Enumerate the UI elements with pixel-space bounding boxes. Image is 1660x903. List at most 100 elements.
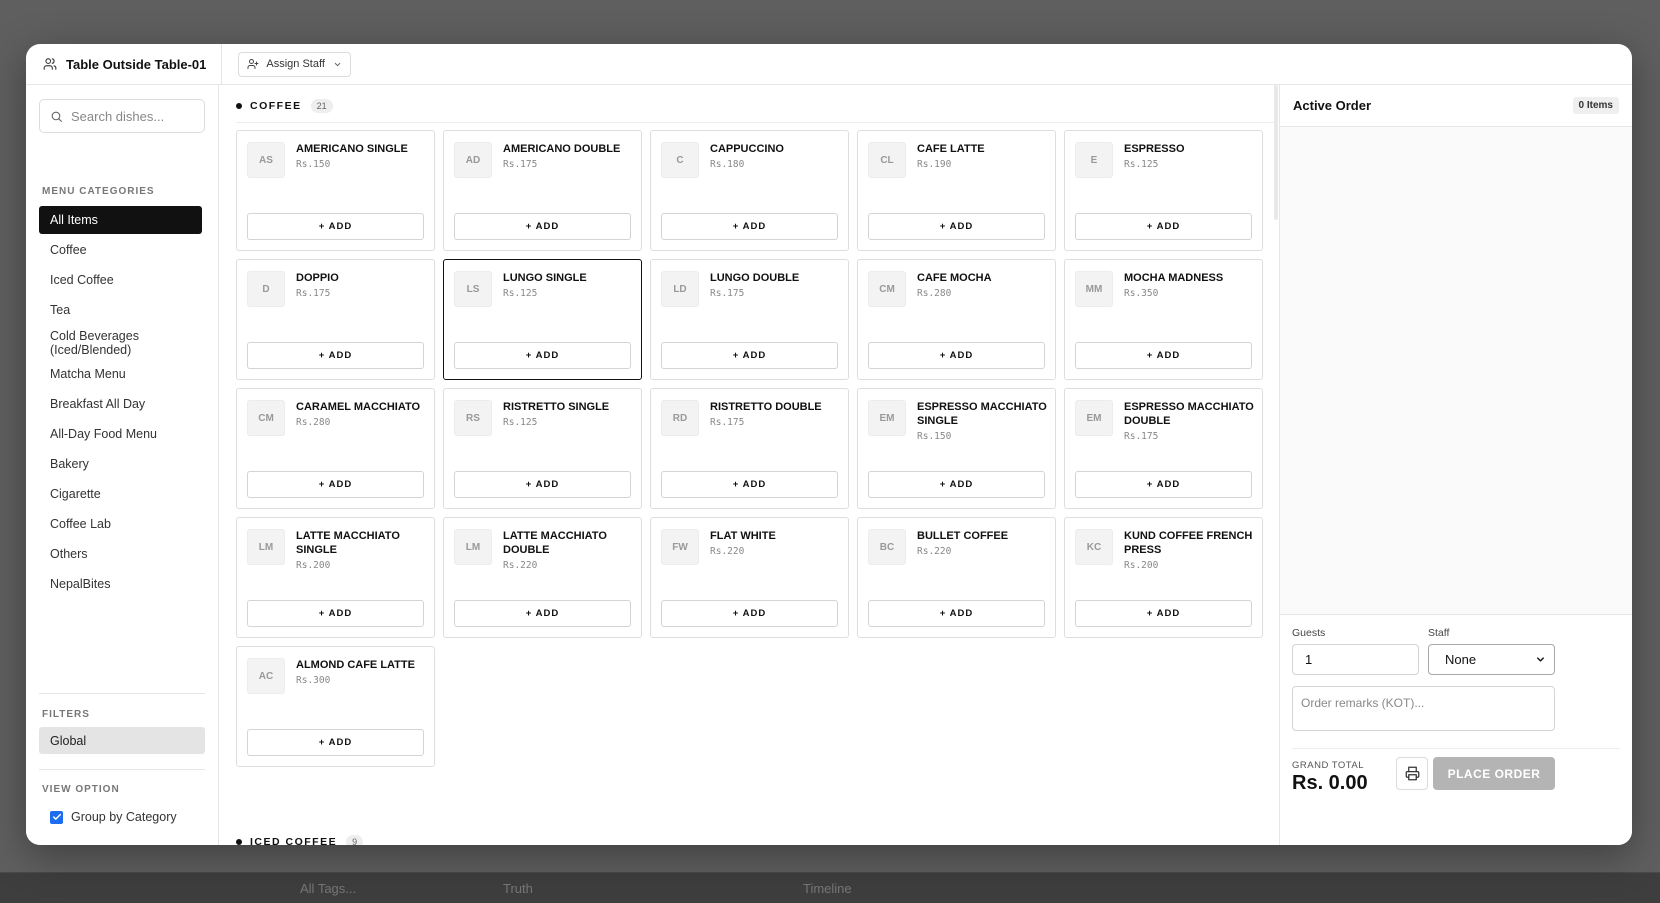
- scrollbar[interactable]: [1274, 85, 1278, 220]
- category-item-nepalbites[interactable]: NepalBites: [39, 570, 202, 598]
- dish-card[interactable]: AS AMERICANO SINGLE Rs.150 + ADD: [236, 130, 435, 251]
- print-button[interactable]: [1396, 757, 1428, 790]
- dish-info: MOCHA MADNESS Rs.350: [1124, 271, 1254, 301]
- category-item-all-day-food-menu[interactable]: All-Day Food Menu: [39, 420, 202, 448]
- dish-price: Rs.125: [1124, 159, 1159, 170]
- add-dish-button[interactable]: + ADD: [454, 213, 631, 240]
- dish-card[interactable]: LM LATTE MACCHIATO DOUBLE Rs.220 + ADD: [443, 517, 642, 638]
- dish-name: AMERICANO SINGLE: [296, 143, 408, 155]
- dish-price: Rs.175: [1124, 431, 1159, 442]
- dish-price: Rs.125: [503, 417, 538, 428]
- filters-label: FILTERS: [42, 709, 90, 720]
- dish-card[interactable]: LD LUNGO DOUBLE Rs.175 + ADD: [650, 259, 849, 380]
- printer-icon: [1405, 766, 1419, 781]
- category-item-all-items[interactable]: All Items: [39, 206, 202, 234]
- dish-name: KUND COFFEE FRENCH PRESS: [1124, 530, 1253, 556]
- dish-price: Rs.220: [710, 546, 745, 557]
- active-order-title: Active Order: [1293, 98, 1372, 113]
- dish-info: ESPRESSO MACCHIATO SINGLE Rs.150: [917, 400, 1047, 444]
- add-dish-button[interactable]: + ADD: [868, 471, 1045, 498]
- dish-card[interactable]: LM LATTE MACCHIATO SINGLE Rs.200 + ADD: [236, 517, 435, 638]
- add-dish-button[interactable]: + ADD: [1075, 600, 1252, 627]
- category-item-cold-beverages[interactable]: Cold Beverages (Iced/Blended): [39, 326, 202, 360]
- category-item-others[interactable]: Others: [39, 540, 202, 568]
- add-dish-button[interactable]: + ADD: [661, 471, 838, 498]
- dish-initials-avatar: AC: [247, 658, 285, 694]
- dish-card[interactable]: CM CARAMEL MACCHIATO Rs.280 + ADD: [236, 388, 435, 509]
- assign-staff-button[interactable]: Assign Staff: [238, 51, 351, 77]
- dish-price: Rs.220: [503, 560, 538, 571]
- category-item-bakery[interactable]: Bakery: [39, 450, 202, 478]
- dish-initials-avatar: E: [1075, 142, 1113, 178]
- dish-initials-avatar: C: [661, 142, 699, 178]
- dish-name: FLAT WHITE: [710, 530, 776, 542]
- dish-name: ESPRESSO MACCHIATO DOUBLE: [1124, 401, 1254, 427]
- add-dish-button[interactable]: + ADD: [454, 600, 631, 627]
- dish-name: DOPPIO: [296, 272, 339, 284]
- category-item-cigarette[interactable]: Cigarette: [39, 480, 202, 508]
- place-order-button[interactable]: PLACE ORDER: [1433, 757, 1555, 790]
- dish-card[interactable]: FW FLAT WHITE Rs.220 + ADD: [650, 517, 849, 638]
- dish-card[interactable]: EM ESPRESSO MACCHIATO SINGLE Rs.150 + ADD: [857, 388, 1056, 509]
- dish-card[interactable]: C CAPPUCCINO Rs.180 + ADD: [650, 130, 849, 251]
- add-dish-button[interactable]: + ADD: [1075, 471, 1252, 498]
- category-item-matcha-menu[interactable]: Matcha Menu: [39, 360, 202, 388]
- add-dish-button[interactable]: + ADD: [247, 600, 424, 627]
- dish-price: Rs.350: [1124, 288, 1159, 299]
- dish-card[interactable]: MM MOCHA MADNESS Rs.350 + ADD: [1064, 259, 1263, 380]
- order-remarks-input[interactable]: Order remarks (KOT)...: [1292, 686, 1555, 731]
- dish-info: LUNGO DOUBLE Rs.175: [710, 271, 840, 301]
- dish-card[interactable]: CM CAFE MOCHA Rs.280 + ADD: [857, 259, 1056, 380]
- dish-card[interactable]: E ESPRESSO Rs.125 + ADD: [1064, 130, 1263, 251]
- add-dish-button[interactable]: + ADD: [247, 471, 424, 498]
- dish-initials-avatar: BC: [868, 529, 906, 565]
- category-item-iced-coffee[interactable]: Iced Coffee: [39, 266, 202, 294]
- add-dish-button[interactable]: + ADD: [661, 342, 838, 369]
- group-by-category-checkbox[interactable]: [50, 810, 63, 824]
- guests-label: Guests: [1292, 627, 1326, 639]
- staff-select[interactable]: None: [1428, 644, 1555, 675]
- add-dish-button[interactable]: + ADD: [247, 729, 424, 756]
- add-dish-button[interactable]: + ADD: [661, 213, 838, 240]
- filter-global[interactable]: Global: [39, 727, 205, 754]
- add-dish-button[interactable]: + ADD: [454, 471, 631, 498]
- category-item-coffee-lab[interactable]: Coffee Lab: [39, 510, 202, 538]
- category-item-tea[interactable]: Tea: [39, 296, 202, 324]
- add-dish-button[interactable]: + ADD: [247, 213, 424, 240]
- add-dish-button[interactable]: + ADD: [868, 600, 1045, 627]
- dish-card[interactable]: RD RISTRETTO DOUBLE Rs.175 + ADD: [650, 388, 849, 509]
- category-item-breakfast-all-day[interactable]: Breakfast All Day: [39, 390, 202, 418]
- dish-price: Rs.180: [710, 159, 745, 170]
- add-dish-button[interactable]: + ADD: [454, 342, 631, 369]
- dish-card[interactable]: BC BULLET COFFEE Rs.220 + ADD: [857, 517, 1056, 638]
- category-item-coffee[interactable]: Coffee: [39, 236, 202, 264]
- add-dish-button[interactable]: + ADD: [247, 342, 424, 369]
- add-dish-button[interactable]: + ADD: [661, 600, 838, 627]
- add-dish-button[interactable]: + ADD: [1075, 213, 1252, 240]
- add-dish-button[interactable]: + ADD: [868, 213, 1045, 240]
- category-header-name: COFFEE: [250, 100, 302, 112]
- dish-initials-avatar: CL: [868, 142, 906, 178]
- search-input[interactable]: [71, 108, 191, 124]
- dish-search-box[interactable]: [39, 99, 205, 133]
- group-by-category-option[interactable]: Group by Category: [50, 810, 177, 824]
- add-dish-button[interactable]: + ADD: [1075, 342, 1252, 369]
- dish-price: Rs.150: [917, 431, 952, 442]
- dish-card[interactable]: CL CAFE LATTE Rs.190 + ADD: [857, 130, 1056, 251]
- dish-initials-avatar: LM: [454, 529, 492, 565]
- dish-card[interactable]: D DOPPIO Rs.175 + ADD: [236, 259, 435, 380]
- dish-card[interactable]: RS RISTRETTO SINGLE Rs.125 + ADD: [443, 388, 642, 509]
- dish-card[interactable]: AD AMERICANO DOUBLE Rs.175 + ADD: [443, 130, 642, 251]
- dish-card[interactable]: KC KUND COFFEE FRENCH PRESS Rs.200 + ADD: [1064, 517, 1263, 638]
- add-dish-button[interactable]: + ADD: [868, 342, 1045, 369]
- dish-card[interactable]: LS LUNGO SINGLE Rs.125 + ADD: [443, 259, 642, 380]
- dish-initials-avatar: D: [247, 271, 285, 307]
- dish-card[interactable]: AC ALMOND CAFE LATTE Rs.300 + ADD: [236, 646, 435, 767]
- dish-card[interactable]: EM ESPRESSO MACCHIATO DOUBLE Rs.175 + ADD: [1064, 388, 1263, 509]
- category-count-badge: 21: [310, 99, 333, 113]
- guests-input[interactable]: 1: [1292, 644, 1419, 675]
- dish-name: ESPRESSO MACCHIATO SINGLE: [917, 401, 1047, 427]
- dish-price: Rs.200: [296, 560, 331, 571]
- dish-price: Rs.200: [1124, 560, 1159, 571]
- dish-name: CAPPUCCINO: [710, 143, 784, 155]
